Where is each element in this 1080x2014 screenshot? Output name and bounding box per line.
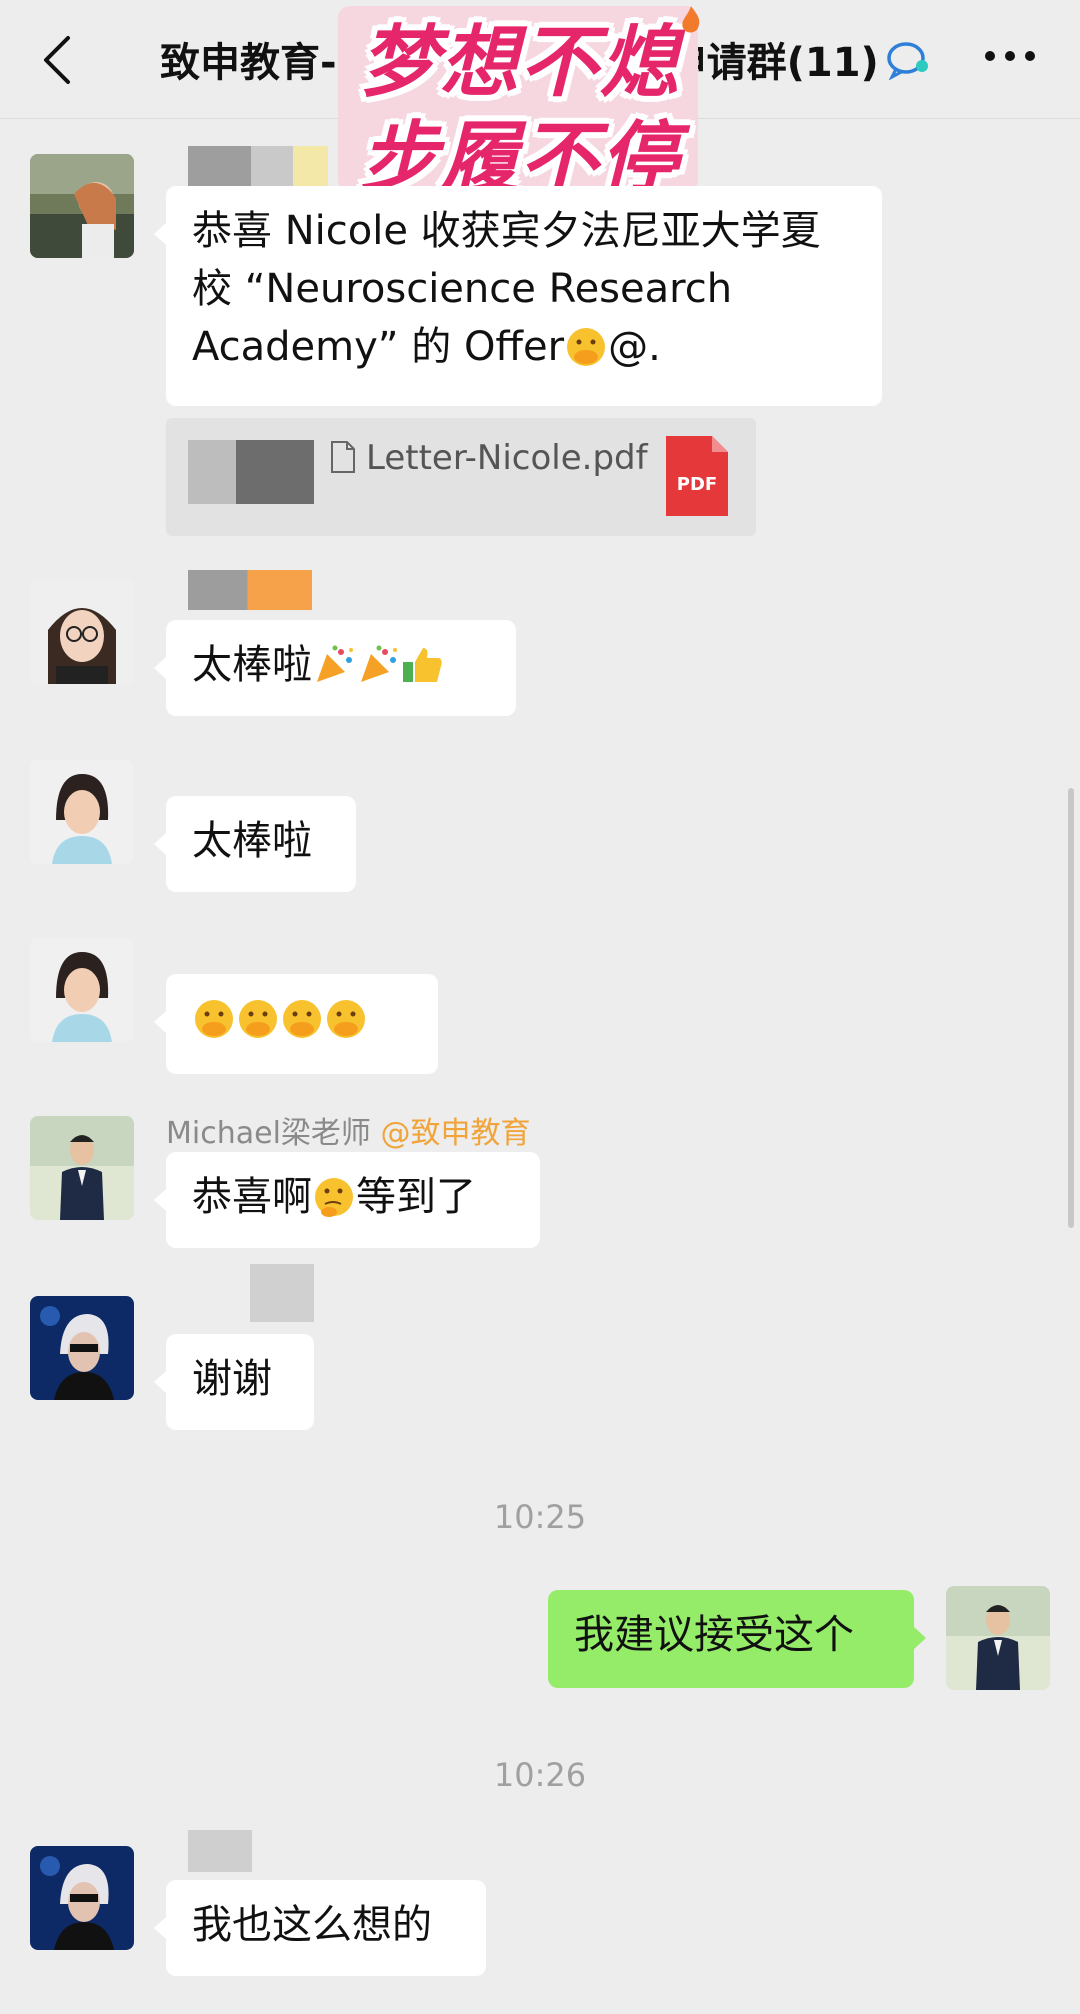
more-dots-icon[interactable] [982,46,1038,66]
message-line: 校 “Neuroscience Research [192,266,733,312]
message-bubble-me[interactable]: 我建议接受这个 [548,1590,926,1688]
member-count: (11) [786,40,879,86]
message-line: Academy” 的 Offer @. [192,318,856,376]
message-bubble[interactable]: 恭喜 Nicole 收获宾夕法尼亚大学夏 校 “Neuroscience Res… [154,186,882,406]
chat-header: 致申教育- 申请群(11) [0,0,1080,119]
message-bubble[interactable] [154,974,438,1074]
message-text: 我建议接受这个 [574,1612,854,1658]
message-bubble[interactable]: 谢谢 [154,1334,314,1430]
sender-name-redacted [188,1830,252,1872]
party-popper-icon [317,645,353,682]
message-bubble[interactable]: 恭喜啊 等到了 [154,1152,540,1248]
avatar[interactable] [30,760,134,864]
message-text: 等到了 [356,1174,476,1220]
message-text: 谢谢 [192,1356,272,1402]
avatar[interactable] [30,1296,134,1400]
chevron-left-icon[interactable] [38,34,78,86]
message-bubble[interactable]: 太棒啦 [154,796,356,892]
face-with-hand-over-mouth-icon [327,1000,365,1038]
chat-title-prefix: 致申教育- [160,40,337,86]
message-text: 太棒啦 [192,642,312,688]
file-sender-redacted [188,440,314,504]
sender-org: @致申教育 [380,1116,531,1151]
file-name: Letter-Nicole.pdf [366,438,648,478]
face-with-hand-over-mouth-icon [567,328,606,366]
document-icon [331,441,355,473]
avatar[interactable] [30,1846,134,1950]
sender-name-redacted [188,570,312,610]
chat-title-suffix: 申请群 [666,40,787,86]
face-with-hand-over-mouth-icon [239,1000,277,1038]
message-bubble[interactable]: 太棒啦 [154,620,516,716]
mention-suffix: @. [608,324,661,370]
message-line: 恭喜 Nicole 收获宾夕法尼亚大学夏 [192,208,821,254]
message-text: 恭喜啊 [192,1174,312,1220]
my-avatar[interactable] [946,1586,1050,1690]
chat-title: 致申教育- 申请群(11) [160,30,879,88]
message-line-text: Academy” 的 Offer [192,324,565,370]
sender-name: Michael梁老师 @致申教育 [166,1108,530,1152]
party-popper-icon [361,645,397,682]
sender-name-redacted [250,1264,314,1322]
avatar[interactable] [30,938,134,1042]
timestamp: 10:25 [493,1498,587,1536]
message-text: 太棒啦 [192,818,312,864]
message-text: 我也这么想的 [192,1902,432,1948]
chat-bubble-icon [887,42,928,80]
thinking-face-icon [315,1178,353,1217]
face-with-hand-over-mouth-icon [283,1000,321,1038]
pdf-label: PDF [676,474,718,495]
avatar[interactable] [30,580,134,684]
sender-name-redacted [188,146,328,186]
sender-name-text: Michael梁老师 [166,1116,371,1151]
avatar[interactable] [30,1116,134,1220]
thumbs-up-icon [403,648,442,682]
message-bubble[interactable]: 我也这么想的 [154,1880,486,1976]
face-with-hand-over-mouth-icon [195,1000,233,1038]
avatar[interactable] [30,154,134,258]
timestamp: 10:26 [493,1756,587,1794]
scrollbar[interactable] [1068,788,1074,1228]
